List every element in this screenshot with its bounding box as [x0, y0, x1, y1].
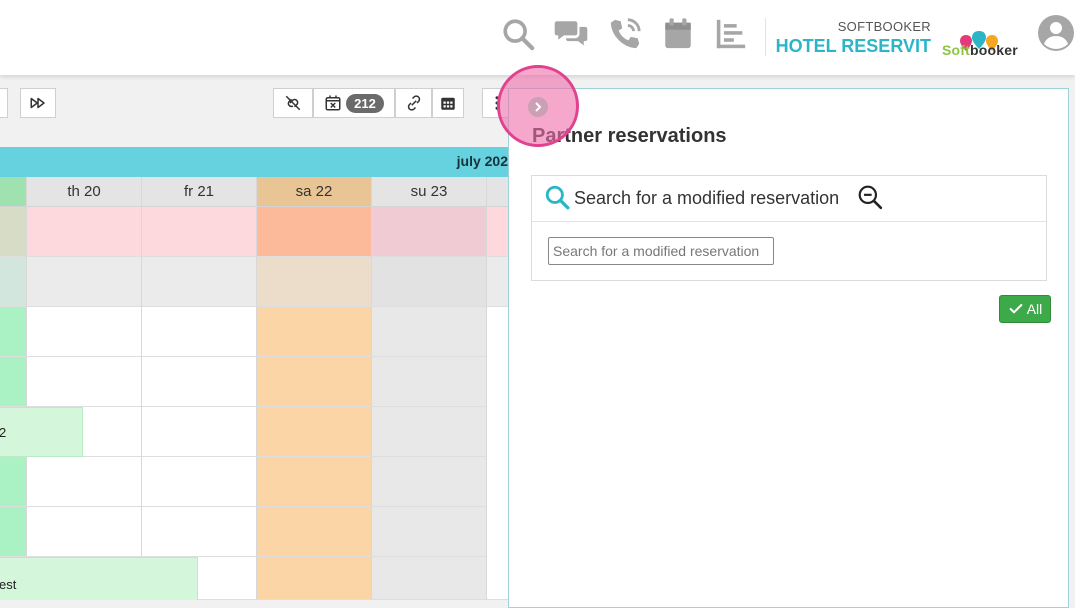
calendar-cell[interactable]: [142, 307, 256, 357]
calendar-cell[interactable]: [372, 207, 486, 257]
calendar-cell[interactable]: [487, 257, 508, 307]
calendar-cell[interactable]: [0, 307, 26, 357]
collapse-panel-button[interactable]: [528, 97, 548, 117]
link-button[interactable]: [395, 88, 432, 118]
app-header: SOFTBOOKER HOTEL RESERVIT Softbooker: [0, 0, 1075, 75]
unlink-button[interactable]: [273, 88, 313, 118]
calendar-cell[interactable]: [0, 257, 26, 307]
month-label: july 202: [456, 153, 508, 169]
calendar-cell[interactable]: [27, 507, 141, 557]
calendar-cell[interactable]: [372, 257, 486, 307]
reservation-block[interactable]: 2: [0, 407, 83, 457]
calendar-grid: th 20 fr 21 sa 22 su 23 2 est: [0, 177, 508, 600]
check-icon: [1009, 304, 1023, 314]
day-column: [0, 177, 27, 600]
calendar-toolbar: 212: [0, 75, 512, 147]
calendar-cell[interactable]: [372, 557, 486, 600]
link-icon: [407, 95, 420, 111]
day-column-su23: su 23: [372, 177, 487, 600]
unlink-icon: [285, 95, 301, 111]
calendar-cell[interactable]: [27, 257, 141, 307]
day-header: th 20: [27, 177, 141, 207]
calendar-cell[interactable]: [372, 507, 486, 557]
calendar-cell[interactable]: [257, 407, 371, 457]
search-input[interactable]: [548, 237, 774, 265]
day-header: sa 22: [257, 177, 371, 207]
calendar-cell[interactable]: [142, 257, 256, 307]
calendar-cell[interactable]: [257, 457, 371, 507]
day-column-fr21: fr 21: [142, 177, 257, 600]
calendar-view-button[interactable]: [432, 88, 464, 118]
chat-icon[interactable]: [553, 16, 589, 52]
calendar-cell[interactable]: [142, 207, 256, 257]
brand-company: SOFTBOOKER: [837, 19, 931, 34]
calendar-cell[interactable]: [142, 457, 256, 507]
day-header: fr 21: [142, 177, 256, 207]
calendar-cell[interactable]: [257, 207, 371, 257]
calendar-cell[interactable]: [487, 307, 508, 600]
day-column: [487, 177, 508, 600]
chart-icon[interactable]: [713, 16, 749, 52]
calendar-grid-icon: [441, 97, 455, 110]
calendar-cell[interactable]: [142, 507, 256, 557]
select-all-label: All: [1026, 301, 1043, 317]
phone-icon[interactable]: [607, 16, 643, 52]
search-section-label: Search for a modified reservation: [574, 188, 840, 208]
toolbar-button-partial[interactable]: [0, 88, 8, 118]
calendar-x-icon: [325, 95, 341, 111]
chevron-right-icon: [535, 102, 542, 112]
search-section: Search for a modified reservation: [531, 175, 1047, 281]
logo-wordmark: Softbooker: [942, 42, 1018, 58]
day-header: [0, 177, 26, 207]
avatar-icon[interactable]: [1037, 14, 1075, 52]
reservation-count-badge: 212: [346, 93, 384, 113]
reservation-block[interactable]: est: [0, 557, 198, 600]
calendar-cell[interactable]: [142, 357, 256, 407]
reservation-label: 2: [0, 424, 7, 440]
zoom-out-icon[interactable]: [857, 184, 883, 210]
calendar-cell[interactable]: [257, 307, 371, 357]
calendar-cell[interactable]: [0, 207, 26, 257]
partner-reservations-panel: Partner reservations Search for a modifi…: [508, 88, 1069, 608]
calendar-cell[interactable]: [372, 357, 486, 407]
calendar-cell[interactable]: [372, 457, 486, 507]
month-header: july 202: [0, 147, 508, 177]
reservation-label: est: [0, 577, 17, 592]
calendar-cell[interactable]: [257, 257, 371, 307]
calendar-cell[interactable]: [257, 357, 371, 407]
select-all-button[interactable]: All: [999, 295, 1051, 323]
day-header: [487, 177, 508, 207]
calendar-cell[interactable]: [142, 407, 256, 457]
calendar-cell[interactable]: [372, 307, 486, 357]
calendar-cell[interactable]: [257, 507, 371, 557]
calendar-icon[interactable]: [660, 16, 696, 52]
day-column-sa22: sa 22: [257, 177, 372, 600]
brand-hotel-name: HOTEL RESERVIT: [775, 36, 931, 56]
search-icon: [545, 185, 570, 210]
calendar-cell[interactable]: [27, 207, 141, 257]
day-column-th20: th 20: [27, 177, 142, 600]
calendar-cell[interactable]: [0, 507, 26, 557]
calendar-cell[interactable]: [372, 407, 486, 457]
calendar-cell[interactable]: [27, 357, 141, 407]
calendar-cell[interactable]: [487, 207, 508, 257]
calendar-cell[interactable]: [27, 307, 141, 357]
search-section-header: Search for a modified reservation: [532, 176, 1046, 222]
calendar-cell[interactable]: [0, 357, 26, 407]
fast-forward-icon: [30, 97, 45, 109]
calendar-cell[interactable]: [257, 557, 371, 600]
calendar-count-button[interactable]: 212: [313, 88, 395, 118]
search-icon[interactable]: [500, 16, 536, 52]
calendar-cell[interactable]: [0, 457, 26, 507]
calendar-cell[interactable]: [27, 457, 141, 507]
day-header: su 23: [372, 177, 486, 207]
fast-forward-button[interactable]: [20, 88, 56, 118]
